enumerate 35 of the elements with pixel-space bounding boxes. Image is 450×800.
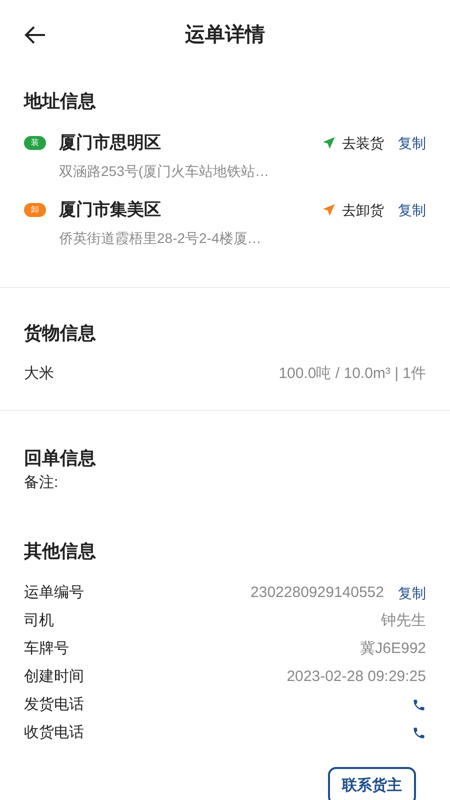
info-value: 冀J6E992 (360, 638, 426, 659)
navigation-arrow-icon (322, 136, 336, 150)
back-icon[interactable] (24, 25, 46, 45)
navigate-link[interactable]: 去卸货 (342, 200, 384, 220)
info-label: 运单编号 (24, 582, 84, 603)
section-title: 回单信息 (24, 446, 97, 470)
navigate-link[interactable]: 去装货 (342, 132, 384, 154)
info-value: 2302280929140552 (250, 582, 384, 603)
address-detail: 双涵路253号(厦门火车站地铁站… (59, 162, 270, 181)
stop-badge: 卸 (24, 203, 46, 217)
info-label: 收货电话 (24, 722, 84, 743)
copy-link[interactable]: 复制 (398, 582, 426, 604)
section-title: 货物信息 (24, 322, 97, 345)
city-name: 厦门市思明区 (59, 132, 161, 154)
section-title: 其他信息 (24, 540, 97, 563)
goods-name: 大米 (24, 364, 54, 384)
phone-icon[interactable] (412, 726, 426, 740)
info-label: 发货电话 (24, 694, 84, 715)
info-label: 车牌号 (24, 638, 69, 659)
note-label: 备注: (24, 472, 60, 492)
copy-link[interactable]: 复制 (398, 200, 426, 220)
info-value: 2023-02-28 09:29:25 (286, 666, 426, 687)
goods-spec: 100.0吨 / 10.0m³ | 1件 (278, 364, 426, 384)
navigation-arrow-icon (322, 203, 336, 217)
info-value: 钟先生 (381, 610, 426, 631)
page-title: 运单详情 (185, 22, 265, 48)
info-label: 司机 (24, 610, 54, 631)
address-detail: 侨英街道霞梧里28-2号2-4楼厦… (59, 229, 262, 248)
contact-shipper-button[interactable]: 联系货主 (328, 767, 416, 800)
stop-badge: 装 (24, 136, 46, 150)
phone-icon[interactable] (412, 698, 426, 712)
info-label: 创建时间 (24, 666, 84, 687)
section-title: 地址信息 (24, 90, 97, 113)
copy-link[interactable]: 复制 (398, 132, 426, 154)
city-name: 厦门市集美区 (59, 199, 161, 222)
